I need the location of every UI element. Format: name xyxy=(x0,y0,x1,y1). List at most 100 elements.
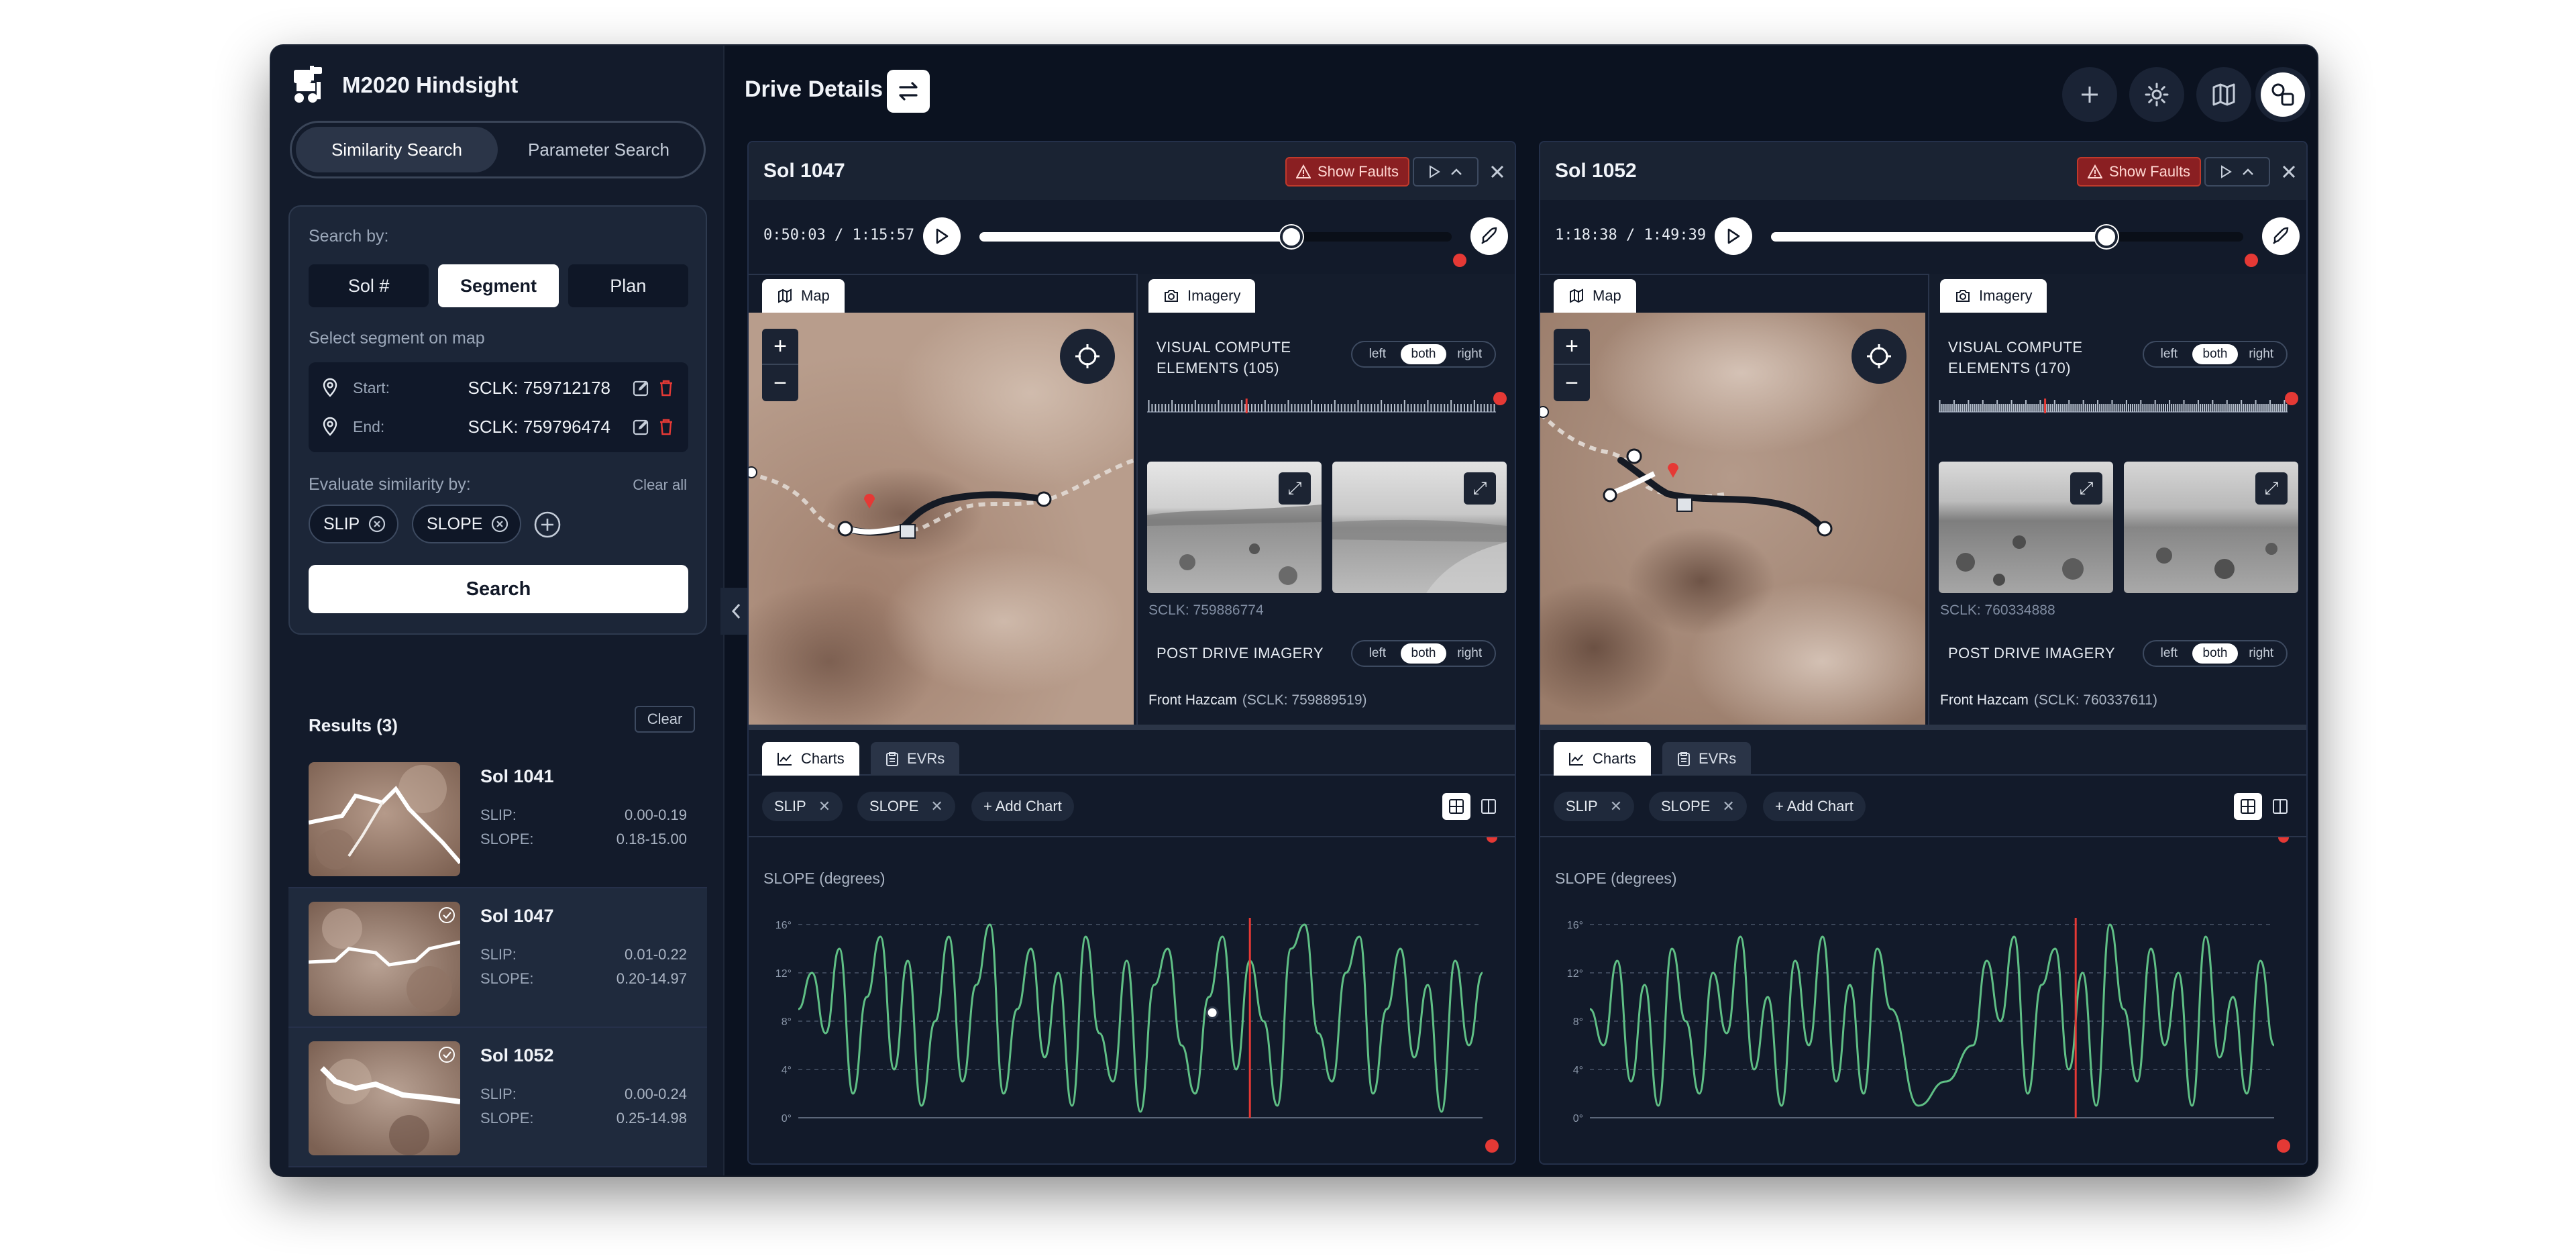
remove-circle-icon[interactable] xyxy=(490,515,509,533)
navcam-image-right[interactable]: ⤢ xyxy=(1332,462,1507,593)
slope-chart-chip[interactable]: SLOPE ✕ xyxy=(1649,792,1747,821)
slip-chart-chip[interactable]: SLIP ✕ xyxy=(1554,792,1635,821)
toggle-right[interactable]: right xyxy=(2238,643,2284,664)
close-icon[interactable] xyxy=(1488,162,1507,181)
expand-icon[interactable]: ⤢ xyxy=(2255,472,2288,505)
toggle-right[interactable]: right xyxy=(2238,344,2284,364)
tab-charts[interactable]: Charts xyxy=(762,742,859,776)
playback-controls[interactable] xyxy=(2204,157,2270,187)
search-button[interactable]: Search xyxy=(309,565,688,613)
zoom-out-button[interactable]: − xyxy=(762,365,798,401)
toggle-left[interactable]: left xyxy=(1354,643,1401,664)
recenter-button[interactable] xyxy=(1060,329,1115,384)
post-drive-camera-toggle[interactable]: left both right xyxy=(2143,640,2288,667)
slope-chart[interactable]: SLOPE (degrees) 0° 4° 8° 12° 16° xyxy=(749,832,1515,1163)
result-item[interactable]: Sol 1041 SLIP: 0.00-0.19 SLOPE: 0.18-15.… xyxy=(288,749,707,888)
remove-circle-icon[interactable] xyxy=(368,515,386,533)
toggle-both[interactable]: both xyxy=(2192,643,2239,664)
add-chart-button[interactable]: + Add Chart xyxy=(971,792,1074,821)
close-icon[interactable] xyxy=(2279,162,2298,181)
clear-all-link[interactable]: Clear all xyxy=(633,476,687,494)
columns-layout-button[interactable] xyxy=(2266,793,2294,820)
toggle-right[interactable]: right xyxy=(1446,643,1493,664)
plan-option[interactable]: Plan xyxy=(568,264,688,307)
zoom-out-button[interactable]: − xyxy=(1554,365,1590,401)
tab-imagery[interactable]: Imagery xyxy=(1940,279,2047,313)
close-icon[interactable]: ✕ xyxy=(1722,798,1734,815)
tab-charts[interactable]: Charts xyxy=(1554,742,1651,776)
toggle-left[interactable]: left xyxy=(2146,643,2192,664)
navcam-image-left[interactable]: ⤢ xyxy=(1939,462,2113,593)
add-chart-button[interactable]: + Add Chart xyxy=(1763,792,1866,821)
play-button[interactable] xyxy=(1715,217,1752,255)
grid-layout-button[interactable] xyxy=(2234,793,2262,820)
expand-icon[interactable]: ⤢ xyxy=(1279,472,1311,505)
timeline-handle[interactable] xyxy=(1279,225,1303,248)
slope-chart-chip[interactable]: SLOPE ✕ xyxy=(857,792,955,821)
result-item[interactable]: Sol 1052 SLIP: 0.00-0.24 SLOPE: 0.25-14.… xyxy=(288,1028,707,1167)
tab-map[interactable]: Map xyxy=(762,279,845,313)
result-item[interactable]: Sol 1047 SLIP: 0.01-0.22 SLOPE: 0.20-14.… xyxy=(288,888,707,1028)
timeline-slider[interactable] xyxy=(979,225,1452,248)
close-icon[interactable]: ✕ xyxy=(1610,798,1622,815)
traverse-map[interactable]: + − xyxy=(749,313,1134,725)
rover-view-button[interactable] xyxy=(2262,217,2300,255)
columns-layout-button[interactable] xyxy=(1474,793,1503,820)
resize-divider[interactable] xyxy=(749,725,1515,730)
slope-chart[interactable]: SLOPE (degrees) 0° 4° 8° 12° 16° xyxy=(1540,832,2306,1163)
delete-start-icon[interactable] xyxy=(657,378,675,397)
toggle-both[interactable]: both xyxy=(2192,344,2239,364)
add-button[interactable] xyxy=(2062,67,2117,122)
slope-chip[interactable]: SLOPE xyxy=(412,505,522,543)
map-view-button[interactable] xyxy=(2196,67,2251,122)
toggle-left[interactable]: left xyxy=(2146,344,2192,364)
vce-timeline[interactable] xyxy=(1147,399,1496,413)
navcam-image-right[interactable]: ⤢ xyxy=(2124,462,2298,593)
add-parameter-icon[interactable] xyxy=(533,510,562,539)
swap-panels-button[interactable] xyxy=(887,70,930,113)
zoom-in-button[interactable]: + xyxy=(1554,329,1590,365)
grid-layout-button[interactable] xyxy=(1442,793,1470,820)
traverse-map[interactable]: + − xyxy=(1540,313,1925,725)
show-faults-button[interactable]: Show Faults xyxy=(1285,157,1410,187)
expand-icon[interactable]: ⤢ xyxy=(1464,472,1496,505)
vce-timeline[interactable] xyxy=(1939,399,2288,413)
toggle-right[interactable]: right xyxy=(1446,344,1493,364)
timeline-handle[interactable] xyxy=(2094,225,2118,248)
rover-view-button[interactable] xyxy=(1470,217,1508,255)
settings-button[interactable] xyxy=(2129,67,2184,122)
results-clear-button[interactable]: Clear xyxy=(635,706,695,733)
resize-divider[interactable] xyxy=(1540,725,2306,730)
tab-evrs[interactable]: EVRs xyxy=(871,742,960,776)
vce-camera-toggle[interactable]: left both right xyxy=(2143,341,2288,368)
tab-imagery[interactable]: Imagery xyxy=(1148,279,1256,313)
toggle-both[interactable]: both xyxy=(1400,344,1447,364)
navcam-image-left[interactable]: ⤢ xyxy=(1147,462,1322,593)
close-icon[interactable]: ✕ xyxy=(930,798,943,815)
toggle-left[interactable]: left xyxy=(1354,344,1401,364)
close-icon[interactable]: ✕ xyxy=(818,798,830,815)
zoom-in-button[interactable]: + xyxy=(762,329,798,365)
y-tick-label: 12° xyxy=(775,968,792,980)
parameter-search-tab[interactable]: Parameter Search xyxy=(498,127,700,172)
edit-start-icon[interactable] xyxy=(632,378,651,397)
tab-evrs[interactable]: EVRs xyxy=(1662,742,1752,776)
timeline-slider[interactable] xyxy=(1771,225,2243,248)
playback-controls[interactable] xyxy=(1413,157,1479,187)
recenter-button[interactable] xyxy=(1851,329,1907,384)
play-button[interactable] xyxy=(923,217,961,255)
post-drive-camera-toggle[interactable]: left both right xyxy=(1351,640,1496,667)
show-faults-button[interactable]: Show Faults xyxy=(2077,157,2202,187)
delete-end-icon[interactable] xyxy=(657,417,675,436)
slip-chart-chip[interactable]: SLIP ✕ xyxy=(762,792,843,821)
tab-map[interactable]: Map xyxy=(1554,279,1636,313)
slip-chip[interactable]: SLIP xyxy=(309,505,399,543)
sol-number-option[interactable]: Sol # xyxy=(309,264,429,307)
similarity-search-tab[interactable]: Similarity Search xyxy=(296,127,498,172)
expand-icon[interactable]: ⤢ xyxy=(2070,472,2102,505)
compare-view-button[interactable] xyxy=(2255,67,2310,122)
segment-option[interactable]: Segment xyxy=(438,264,559,307)
toggle-both[interactable]: both xyxy=(1400,643,1447,664)
edit-end-icon[interactable] xyxy=(632,417,651,436)
vce-camera-toggle[interactable]: left both right xyxy=(1351,341,1496,368)
